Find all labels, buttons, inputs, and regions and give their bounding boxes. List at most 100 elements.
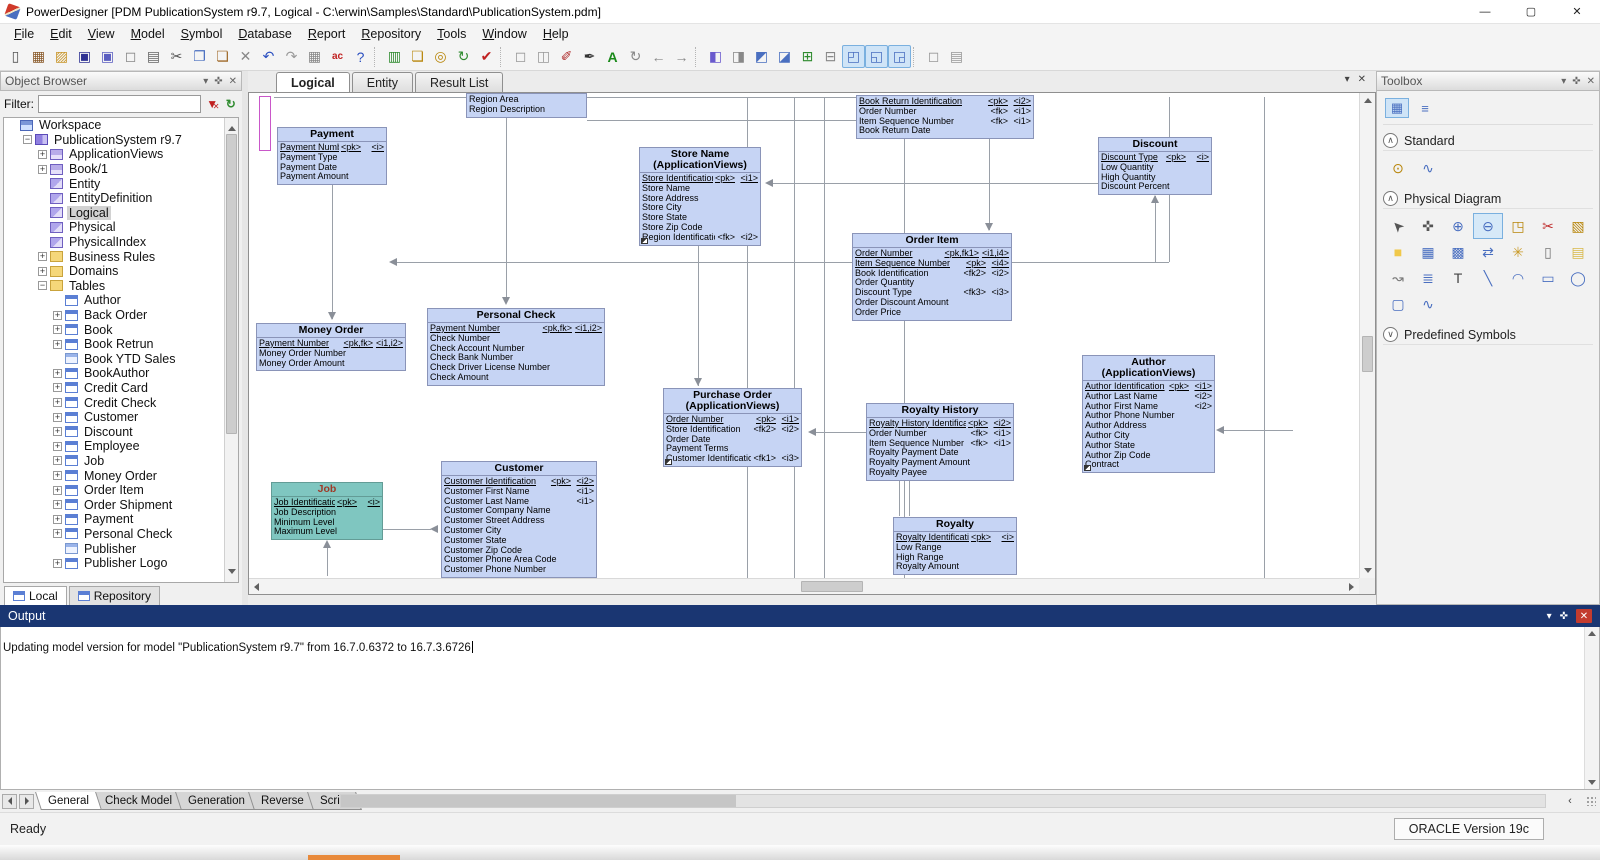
table-symbol-order-item[interactable]: Order Item Order Number <pk,fk1> <i1,i4> Ite…: [852, 233, 1012, 321]
chevron-down-icon[interactable]: ▾: [203, 76, 208, 87]
tree-item-book[interactable]: + Book: [4, 322, 238, 337]
expander-icon[interactable]: +: [38, 164, 47, 174]
clear-filter-icon[interactable]: ▼ ✕: [205, 95, 219, 113]
toolbar-button-new-document[interactable]: ▯: [4, 45, 27, 68]
expander-icon[interactable]: +: [53, 368, 62, 378]
tool-reference[interactable]: ⇄: [1473, 239, 1503, 265]
tree-item-tables[interactable]: − Tables: [4, 279, 238, 294]
table-symbol-royalty-history[interactable]: Royalty History Royalty History Identific…: [866, 403, 1014, 481]
toolbar-button-save-all[interactable]: ▣: [96, 45, 119, 68]
diagram-canvas[interactable]: Region Area Region Description Book Return…: [249, 93, 1359, 578]
tool-file[interactable]: ▯: [1533, 239, 1563, 265]
tree-item-physicalindex[interactable]: +PhysicalIndex: [4, 235, 238, 250]
expander-icon[interactable]: +: [53, 456, 62, 466]
scroll-up-icon[interactable]: [1588, 631, 1596, 636]
tree-item-employee[interactable]: + Employee: [4, 439, 238, 454]
toolbar-button-go-next[interactable]: →: [670, 45, 693, 68]
chevron-down-icon[interactable]: ▾: [1561, 76, 1566, 87]
scroll-up-icon[interactable]: [1364, 98, 1372, 103]
tree-item-author[interactable]: +Author: [4, 293, 238, 308]
tree-item-entitydefinition[interactable]: +EntityDefinition: [4, 191, 238, 206]
output-tab-check-model[interactable]: Check Model: [91, 792, 185, 810]
toolbox-grid-view-button[interactable]: ▦: [1385, 98, 1409, 118]
tree-item-credit-card[interactable]: + Credit Card: [4, 381, 238, 396]
tree-item-back-order[interactable]: + Back Order: [4, 308, 238, 323]
tree-item-book-retrun[interactable]: + Book Retrun: [4, 337, 238, 352]
tree-item-publisher[interactable]: +Publisher: [4, 541, 238, 556]
browser-tab-local[interactable]: Local: [4, 586, 67, 605]
tool-view[interactable]: ▩: [1443, 239, 1473, 265]
expander-icon[interactable]: +: [53, 325, 62, 335]
close-button[interactable]: ✕: [1554, 0, 1600, 23]
tool-zoom-page[interactable]: ⊙: [1383, 155, 1413, 181]
tree-item-book-ytd-sales[interactable]: +Book YTD Sales: [4, 352, 238, 367]
maximize-button[interactable]: ▢: [1508, 0, 1554, 23]
toolbar-button-properties[interactable]: ▦: [303, 45, 326, 68]
expander-icon[interactable]: −: [23, 135, 32, 145]
toolbar-button-print-preview-2[interactable]: ◻: [922, 45, 945, 68]
output-scroll-thumb[interactable]: [341, 795, 736, 807]
toolbar-button-symbol-format[interactable]: ◻: [509, 45, 532, 68]
table-symbol-customer[interactable]: Customer Customer Identification <pk> <i2> C…: [441, 461, 597, 578]
tool-rounded-rectangle[interactable]: ▢: [1383, 291, 1413, 317]
toolbar-button-model-options-window[interactable]: ◧: [704, 45, 727, 68]
tree-item-customer[interactable]: + Customer: [4, 410, 238, 425]
canvas-horizontal-scrollbar[interactable]: [249, 578, 1359, 594]
tree-item-publisher-logo[interactable]: + Publisher Logo: [4, 556, 238, 571]
toolbar-button-redo[interactable]: ↷: [280, 45, 303, 68]
toolbar-button-print[interactable]: ▤: [142, 45, 165, 68]
tab-scroll-left-button[interactable]: [2, 793, 17, 809]
diagram-tab-logical[interactable]: Logical: [276, 72, 350, 92]
toolbar-button-cut[interactable]: ✂: [165, 45, 188, 68]
vertical-scroll-thumb[interactable]: [1362, 336, 1373, 372]
menu-repository[interactable]: Repository: [353, 26, 429, 42]
expander-icon[interactable]: +: [53, 471, 62, 481]
toolbar-button-auto-layout[interactable]: ◫: [532, 45, 555, 68]
toolbar-button-line-style[interactable]: ✐: [555, 45, 578, 68]
minimize-button[interactable]: —: [1462, 0, 1508, 23]
expander-icon[interactable]: +: [53, 529, 62, 539]
tool-line[interactable]: ╲: [1473, 265, 1503, 291]
close-icon[interactable]: ✕: [1576, 609, 1592, 623]
toolbar-button-grid-view-window[interactable]: ◲: [888, 45, 911, 68]
toolbar-button-delete[interactable]: ✕: [234, 45, 257, 68]
menu-edit[interactable]: Edit: [42, 26, 80, 42]
tree-item-book-1[interactable]: + Book/1: [4, 162, 238, 177]
toolbar-button-text-view-window[interactable]: ◱: [865, 45, 888, 68]
table-symbol-royalty[interactable]: Royalty Royalty Identification<pk> <i> Low …: [893, 517, 1017, 576]
menu-database[interactable]: Database: [230, 26, 300, 42]
menu-view[interactable]: View: [80, 26, 123, 42]
output-scrollbar[interactable]: [1584, 627, 1599, 789]
tool-arc[interactable]: ◠: [1503, 265, 1533, 291]
expander-icon[interactable]: +: [53, 514, 62, 524]
toolbar-button-open-file[interactable]: ▨: [50, 45, 73, 68]
toolbar-button-print-preview[interactable]: ◻: [119, 45, 142, 68]
scroll-right-icon[interactable]: [1349, 583, 1354, 591]
tree-item-credit-check[interactable]: + Credit Check: [4, 395, 238, 410]
tab-list-icon[interactable]: ▾: [1345, 74, 1350, 85]
toolbar-button-refresh[interactable]: ↻: [452, 45, 475, 68]
table-symbol-author[interactable]: Author (ApplicationViews) Author Identific…: [1082, 355, 1215, 474]
pin-icon[interactable]: ✜: [214, 76, 222, 87]
tree-item-payment[interactable]: + Payment: [4, 512, 238, 527]
expand-corner-icon[interactable]: [665, 458, 672, 465]
expander-icon[interactable]: +: [53, 412, 62, 422]
toolbar-button-go-previous[interactable]: ←: [647, 45, 670, 68]
table-symbol-region[interactable]: Region Area Region Description: [466, 93, 587, 118]
toolbar-button-print-2[interactable]: ▤: [945, 45, 968, 68]
tree-item-order-shipment[interactable]: + Order Shipment: [4, 497, 238, 512]
tool-pointer[interactable]: ➤: [1383, 213, 1413, 239]
filter-input[interactable]: [38, 95, 201, 113]
tree-item-job[interactable]: + Job: [4, 454, 238, 469]
tool-ellipse[interactable]: ◯: [1563, 265, 1593, 291]
table-symbol-store-name[interactable]: Store Name (ApplicationViews) Store Identi…: [639, 147, 761, 246]
close-icon[interactable]: ✕: [1587, 76, 1595, 87]
tree-item-applicationviews[interactable]: + ApplicationViews: [4, 147, 238, 162]
tree-scrollbar[interactable]: [224, 118, 238, 582]
table-symbol-money-order[interactable]: Money Order Payment Number <pk,fk> <i1,i2> M…: [256, 323, 406, 372]
menu-model[interactable]: Model: [123, 26, 173, 42]
tree-item-physical[interactable]: +Physical: [4, 220, 238, 235]
tree-item-logical[interactable]: +Logical: [4, 205, 238, 221]
tool-open-diagram[interactable]: ◳: [1503, 213, 1533, 239]
expand-corner-icon[interactable]: [641, 237, 648, 244]
